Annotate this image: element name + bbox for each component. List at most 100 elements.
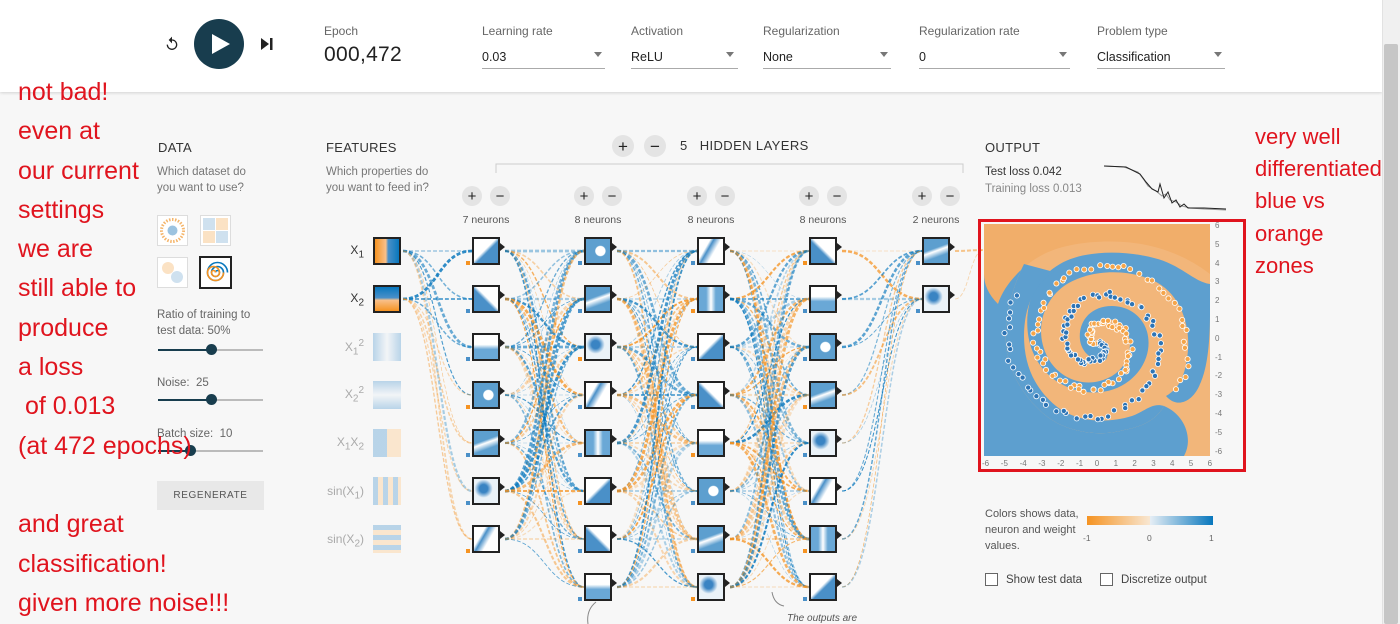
- add-neuron-button[interactable]: +: [799, 186, 819, 206]
- neuron-output-marker: [837, 291, 842, 299]
- weight-link[interactable]: [841, 250, 923, 540]
- neuron-node[interactable]: [809, 429, 837, 457]
- neuron-node[interactable]: [584, 285, 612, 313]
- data-point: [1090, 386, 1097, 393]
- neuron-node[interactable]: [809, 477, 837, 505]
- neuron-node[interactable]: [809, 285, 837, 313]
- bias-marker: [578, 453, 582, 457]
- output-heatmap: [984, 224, 1210, 456]
- data-point: [1007, 299, 1014, 306]
- data-point: [1088, 266, 1095, 273]
- data-point: [1033, 345, 1040, 352]
- neuron-node[interactable]: [584, 573, 612, 601]
- neuron-node[interactable]: [809, 381, 837, 409]
- weight-link[interactable]: [402, 298, 473, 492]
- data-point: [1104, 263, 1111, 270]
- neuron-node[interactable]: [697, 477, 725, 505]
- neuron-node[interactable]: [472, 237, 500, 265]
- discretize-output-checkbox[interactable]: Discretize output: [1100, 573, 1207, 586]
- show-test-data-label: Show test data: [1006, 573, 1083, 586]
- neuron-node[interactable]: [809, 333, 837, 361]
- data-point: [1157, 340, 1164, 347]
- weight-link[interactable]: [402, 298, 473, 540]
- annotation-line: we are: [18, 235, 94, 264]
- neuron-node[interactable]: [584, 429, 612, 457]
- annotation-line: still able to: [18, 274, 137, 303]
- data-point: [1007, 309, 1014, 316]
- remove-neuron-button[interactable]: −: [602, 186, 622, 206]
- y-axis-tick: 4: [1215, 258, 1220, 268]
- add-neuron-button[interactable]: +: [462, 186, 482, 206]
- neuron-node[interactable]: [584, 237, 612, 265]
- y-axis-tick: 3: [1215, 277, 1220, 287]
- add-neuron-button[interactable]: +: [912, 186, 932, 206]
- data-point: [1127, 338, 1134, 345]
- bias-marker: [803, 597, 807, 601]
- data-point: [1066, 269, 1073, 276]
- add-neuron-button[interactable]: +: [574, 186, 594, 206]
- neuron-node[interactable]: [472, 477, 500, 505]
- add-neuron-button[interactable]: +: [687, 186, 707, 206]
- bias-marker: [466, 357, 470, 361]
- data-point: [1156, 285, 1163, 292]
- neuron-node[interactable]: [584, 381, 612, 409]
- weight-link[interactable]: [402, 249, 473, 493]
- data-point: [1046, 289, 1053, 296]
- weight-link[interactable]: [841, 250, 923, 444]
- neuron-output-marker: [725, 579, 730, 587]
- weight-link[interactable]: [402, 249, 473, 349]
- neuron-node[interactable]: [472, 381, 500, 409]
- neuron-node[interactable]: [697, 573, 725, 601]
- remove-neuron-button[interactable]: −: [715, 186, 735, 206]
- bias-marker: [466, 453, 470, 457]
- caption-pointer-outputs: [771, 592, 785, 607]
- neuron-node[interactable]: [472, 429, 500, 457]
- bias-marker: [803, 261, 807, 265]
- neuron-node[interactable]: [697, 525, 725, 553]
- y-axis-tick: -2: [1215, 371, 1223, 381]
- data-point: [1127, 266, 1134, 273]
- neuron-node[interactable]: [472, 333, 500, 361]
- data-point: [1080, 295, 1087, 302]
- x-axis-tick: -5: [1000, 459, 1008, 468]
- neuron-output-marker: [725, 531, 730, 539]
- neuron-node[interactable]: [472, 525, 500, 553]
- remove-neuron-button[interactable]: −: [827, 186, 847, 206]
- show-test-data-checkbox[interactable]: Show test data: [985, 573, 1082, 586]
- neuron-node[interactable]: [809, 525, 837, 553]
- caption-pointer: [587, 601, 597, 624]
- weight-link[interactable]: [841, 250, 923, 300]
- data-point: [1124, 353, 1131, 360]
- neuron-node[interactable]: [697, 333, 725, 361]
- neuron-node[interactable]: [697, 237, 725, 265]
- x-axis-tick: -4: [1019, 459, 1027, 468]
- weight-link[interactable]: [841, 298, 923, 588]
- neuron-output-marker: [612, 579, 617, 587]
- data-point: [1101, 381, 1108, 388]
- show-test-data-box[interactable]: [985, 573, 998, 586]
- annotation-line: blue vs: [1255, 188, 1325, 214]
- remove-neuron-button[interactable]: −: [940, 186, 960, 206]
- neuron-node[interactable]: [584, 333, 612, 361]
- weight-link[interactable]: [402, 298, 473, 396]
- annotation-line: given more noise!!!: [18, 588, 230, 617]
- neuron-node[interactable]: [809, 237, 837, 265]
- neuron-node[interactable]: [697, 285, 725, 313]
- neuron-node[interactable]: [922, 237, 950, 265]
- neuron-node[interactable]: [922, 285, 950, 313]
- bias-marker: [578, 261, 582, 265]
- neuron-node[interactable]: [584, 525, 612, 553]
- data-point: [1060, 275, 1067, 282]
- data-point: [1143, 383, 1150, 390]
- neuron-node[interactable]: [697, 381, 725, 409]
- discretize-output-box[interactable]: [1100, 573, 1113, 586]
- neuron-node[interactable]: [697, 429, 725, 457]
- bias-marker: [691, 597, 695, 601]
- neuron-node[interactable]: [472, 285, 500, 313]
- neuron-node[interactable]: [809, 573, 837, 601]
- data-point: [1181, 344, 1188, 351]
- data-point: [1171, 299, 1178, 306]
- annotation-line: differentiated: [1255, 156, 1382, 182]
- neuron-node[interactable]: [584, 477, 612, 505]
- remove-neuron-button[interactable]: −: [490, 186, 510, 206]
